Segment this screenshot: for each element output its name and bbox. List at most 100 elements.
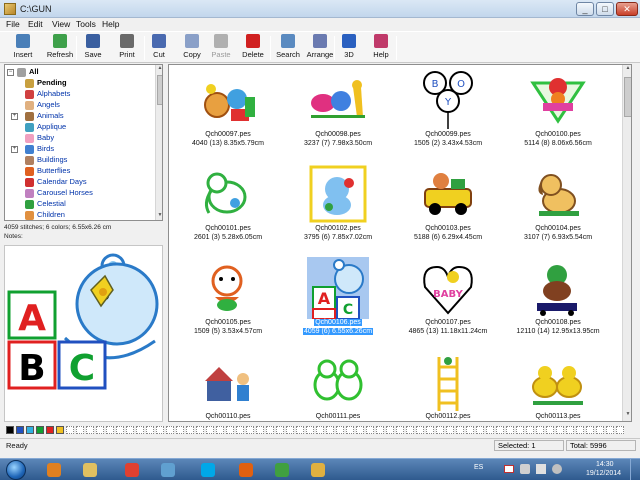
menu-tools[interactable]: Tools bbox=[76, 19, 96, 29]
design-filename-text: Qch00102.pes bbox=[315, 225, 361, 232]
empty-color-slot bbox=[356, 426, 364, 434]
buildings-icon bbox=[25, 156, 34, 165]
design-filename-text: Qch00104.pes bbox=[535, 225, 581, 232]
tree-item-label: Calendar Days bbox=[37, 177, 87, 186]
design-thumbnail[interactable]: Qch00105.pes 1509 (5) 3.53x4.57cm bbox=[173, 257, 283, 347]
toolbar-save-button[interactable]: Save bbox=[80, 34, 106, 62]
empty-color-slot bbox=[126, 426, 134, 434]
empty-color-slot bbox=[286, 426, 294, 434]
empty-color-slot bbox=[536, 426, 544, 434]
start-button[interactable] bbox=[6, 460, 26, 480]
status-total: Total: 5996 bbox=[566, 440, 636, 451]
design-thumbnail[interactable]: Qch00102.pes 3795 (6) 7.85x7.02cm bbox=[283, 163, 393, 253]
toolbar-copy-button[interactable]: Copy bbox=[178, 34, 206, 62]
toolbar-label: Arrange bbox=[306, 50, 334, 59]
tray-flag-icon[interactable] bbox=[536, 464, 546, 474]
svg-text:O: O bbox=[457, 79, 465, 90]
fire-icon bbox=[239, 463, 253, 477]
print-icon bbox=[120, 34, 134, 48]
taskbar-app-button[interactable] bbox=[232, 461, 260, 479]
window-title: C:\GUN bbox=[20, 4, 52, 14]
category-tree[interactable]: ▲ ▼ − All Pending Alphabets Angels + Animals Ap… bbox=[4, 64, 163, 221]
grid-scroll-down-icon[interactable]: ▼ bbox=[623, 411, 631, 419]
design-thumbnail[interactable]: B O Y Qch00099.pes 1505 (2) 3.43x4.53cm bbox=[393, 69, 503, 159]
grid-scrollbar[interactable]: ▲ ▼ bbox=[622, 65, 631, 421]
empty-color-slot bbox=[166, 426, 174, 434]
design-thumbnail[interactable]: BABY Qch00107.pes 4865 (13) 11.18x11.24cm bbox=[393, 257, 503, 347]
calendar-icon bbox=[25, 178, 34, 187]
taskbar-app-button[interactable] bbox=[154, 461, 182, 479]
title-bar[interactable]: C:\GUN _ □ ✕ bbox=[0, 0, 640, 18]
taskbar-app-button[interactable] bbox=[118, 461, 146, 479]
clock-date[interactable]: 19/12/2014 bbox=[586, 470, 621, 477]
design-thumbnail[interactable]: Qch00112.pes bbox=[393, 351, 503, 421]
expand-icon[interactable]: + bbox=[11, 146, 18, 153]
toolbar-print-button[interactable]: Print bbox=[112, 34, 142, 62]
media-player-icon bbox=[47, 463, 61, 477]
toolbar-3d-button[interactable]: 3D bbox=[338, 34, 360, 62]
design-stitch-info: 3237 (7) 7.98x3.50cm bbox=[283, 140, 393, 147]
design-thumbnail[interactable]: Qch00101.pes 2601 (3) 5.28x6.05cm bbox=[173, 163, 283, 253]
tray-network-icon[interactable] bbox=[520, 464, 530, 474]
design-thumbnail[interactable]: Qch00113.pes bbox=[503, 351, 613, 421]
tray-volume-icon[interactable] bbox=[552, 464, 562, 474]
toolbar-search-button[interactable]: Search bbox=[274, 34, 302, 62]
toolbar-separator bbox=[144, 36, 145, 60]
menu-file[interactable]: File bbox=[6, 19, 20, 29]
design-thumbnail[interactable]: Qch00110.pes bbox=[173, 351, 283, 421]
toolbar-label: Refresh bbox=[46, 50, 74, 59]
pending-icon bbox=[25, 79, 34, 88]
design-thumbnail[interactable]: A C Qch00106.pes 4059 (6) 6.55x6.26cm bbox=[283, 257, 393, 347]
alphabets-icon bbox=[25, 90, 34, 99]
clock-time[interactable]: 14:30 bbox=[596, 461, 614, 468]
language-indicator[interactable]: ES bbox=[474, 464, 483, 471]
menu-view[interactable]: View bbox=[52, 19, 70, 29]
show-desktop-button[interactable] bbox=[630, 459, 640, 480]
notes-label: Notes: bbox=[4, 233, 23, 240]
toolbar-label: Search bbox=[276, 50, 300, 59]
design-thumbnail[interactable]: Qch00097.pes 4040 (13) 8.35x5.79cm bbox=[173, 69, 283, 159]
svg-text:BABY: BABY bbox=[433, 289, 463, 300]
toolbar-label: Save bbox=[84, 50, 102, 59]
maximize-button[interactable]: □ bbox=[596, 2, 614, 16]
tree-scroll-thumb[interactable] bbox=[157, 75, 162, 105]
design-grid[interactable]: ▲ ▼ Qch00097.pes 4040 (13) 8.35x5.79cm Qch… bbox=[168, 64, 632, 422]
toolbar-help-button[interactable]: Help bbox=[368, 34, 394, 62]
collapse-icon[interactable]: − bbox=[7, 69, 14, 76]
design-thumbnail[interactable]: Qch00108.pes 12110 (14) 12.95x13.95cm bbox=[503, 257, 613, 347]
help-book-icon bbox=[374, 34, 388, 48]
design-thumbnail[interactable]: Qch00104.pes 3107 (7) 6.93x5.54cm bbox=[503, 163, 613, 253]
design-thumbnail[interactable]: Qch00111.pes bbox=[283, 351, 393, 421]
design-thumbnail[interactable]: Qch00098.pes 3237 (7) 7.98x3.50cm bbox=[283, 69, 393, 159]
ducks-design-image bbox=[527, 351, 589, 413]
scroll-down-icon[interactable]: ▼ bbox=[156, 212, 162, 220]
paint-icon bbox=[311, 463, 325, 477]
design-stitch-info-text: 5188 (6) 6.29x4.45cm bbox=[413, 234, 483, 241]
toolbar-insert-button[interactable]: Insert bbox=[8, 34, 38, 62]
design-stitch-info: 1505 (2) 3.43x4.53cm bbox=[393, 140, 503, 147]
angels-icon bbox=[25, 101, 34, 110]
toolbar-refresh-button[interactable]: Refresh bbox=[44, 34, 76, 62]
toolbar-cut-button[interactable]: Cut bbox=[148, 34, 170, 62]
menu-edit[interactable]: Edit bbox=[28, 19, 43, 29]
taskbar-app-button[interactable] bbox=[268, 461, 296, 479]
taskbar-app-button[interactable] bbox=[76, 461, 104, 479]
minimize-button[interactable]: _ bbox=[576, 2, 594, 16]
grid-scroll-up-icon[interactable]: ▲ bbox=[623, 65, 631, 73]
grid-scroll-thumb[interactable] bbox=[624, 77, 631, 117]
empty-color-slot bbox=[566, 426, 574, 434]
menu-help[interactable]: Help bbox=[102, 19, 119, 29]
tray-mail-icon[interactable] bbox=[504, 465, 514, 473]
taskbar-app-button[interactable] bbox=[194, 461, 222, 479]
empty-color-slot bbox=[456, 426, 464, 434]
design-thumbnail[interactable]: Qch00100.pes 5114 (8) 8.06x6.56cm bbox=[503, 69, 613, 159]
expand-icon[interactable]: + bbox=[11, 113, 18, 120]
tree-scrollbar[interactable]: ▲ ▼ bbox=[155, 65, 162, 220]
taskbar-app-button[interactable] bbox=[304, 461, 332, 479]
toolbar-arrange-button[interactable]: Arrange bbox=[304, 34, 336, 62]
toolbar-delete-button[interactable]: Delete bbox=[238, 34, 268, 62]
close-button[interactable]: ✕ bbox=[616, 2, 638, 16]
taskbar-app-button[interactable] bbox=[40, 461, 68, 479]
design-thumbnail[interactable]: Qch00103.pes 5188 (6) 6.29x4.45cm bbox=[393, 163, 503, 253]
scroll-up-icon[interactable]: ▲ bbox=[156, 65, 162, 73]
